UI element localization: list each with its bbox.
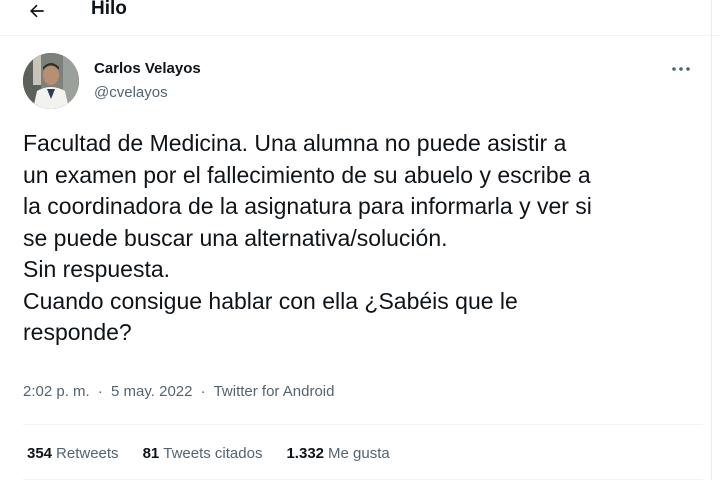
tweet-time[interactable]: 2:02 p. m. bbox=[23, 383, 90, 400]
tweet-text-line: responde? bbox=[23, 319, 132, 345]
author-name[interactable]: Carlos Velayos bbox=[94, 60, 201, 77]
likes-stat[interactable]: 1.332 Me gusta bbox=[286, 445, 389, 462]
meta-divider bbox=[23, 424, 703, 425]
more-horizontal-icon bbox=[672, 67, 690, 71]
quotes-count: 81 bbox=[142, 445, 160, 462]
tweet-text-line: Cuando consigue hablar con ella ¿Sabéis … bbox=[23, 287, 518, 314]
retweets-stat[interactable]: 354 Retweets bbox=[27, 445, 119, 462]
tweet-stats: 354 Retweets 81 Tweets citados 1.332 Me gus… bbox=[27, 445, 414, 462]
avatar[interactable] bbox=[23, 53, 79, 109]
header-divider bbox=[0, 35, 720, 36]
tweet-text-line: la coordinadora de la asignatura para in… bbox=[23, 193, 592, 219]
likes-count: 1.332 bbox=[286, 445, 325, 462]
likes-label: Me gusta bbox=[328, 445, 390, 462]
tweet-source[interactable]: Twitter for Android bbox=[214, 383, 335, 400]
retweets-label: Retweets bbox=[56, 445, 119, 462]
author-handle[interactable]: @cvelayos bbox=[94, 84, 168, 101]
tweet-text-line: se puede buscar una alternativa/solución… bbox=[23, 224, 448, 251]
arrow-left-icon bbox=[30, 4, 44, 18]
profile-photo bbox=[23, 53, 79, 109]
quote-tweets-stat[interactable]: 81 Tweets citados bbox=[143, 445, 263, 462]
quotes-label: Tweets citados bbox=[163, 445, 263, 462]
top-bar: Hilo bbox=[0, 0, 720, 28]
tweet-text: Facultad de Medicina. Una alumna no pued… bbox=[23, 128, 703, 349]
meta-separator: · bbox=[97, 383, 103, 400]
tweet-text-line: Facultad de Medicina. Una alumna no pued… bbox=[23, 130, 567, 156]
page-title: Hilo bbox=[91, 0, 127, 19]
thread-page: Hilo Carlos Velayos @cvelayos Facultad d… bbox=[0, 0, 720, 480]
back-button[interactable] bbox=[20, 0, 54, 26]
meta-separator: · bbox=[200, 383, 206, 400]
tweet-text-line: Sin respuesta. bbox=[23, 256, 171, 282]
more-options-button[interactable] bbox=[664, 58, 698, 80]
retweets-count: 354 bbox=[27, 445, 53, 462]
column-border bbox=[711, 0, 712, 480]
tweet-meta: 2:02 p. m. · 5 may. 2022 · Twitter for A… bbox=[23, 383, 334, 400]
tweet-date[interactable]: 5 may. 2022 bbox=[111, 383, 192, 400]
tweet-text-line: un examen por el fallecimiento de su abu… bbox=[23, 161, 591, 188]
